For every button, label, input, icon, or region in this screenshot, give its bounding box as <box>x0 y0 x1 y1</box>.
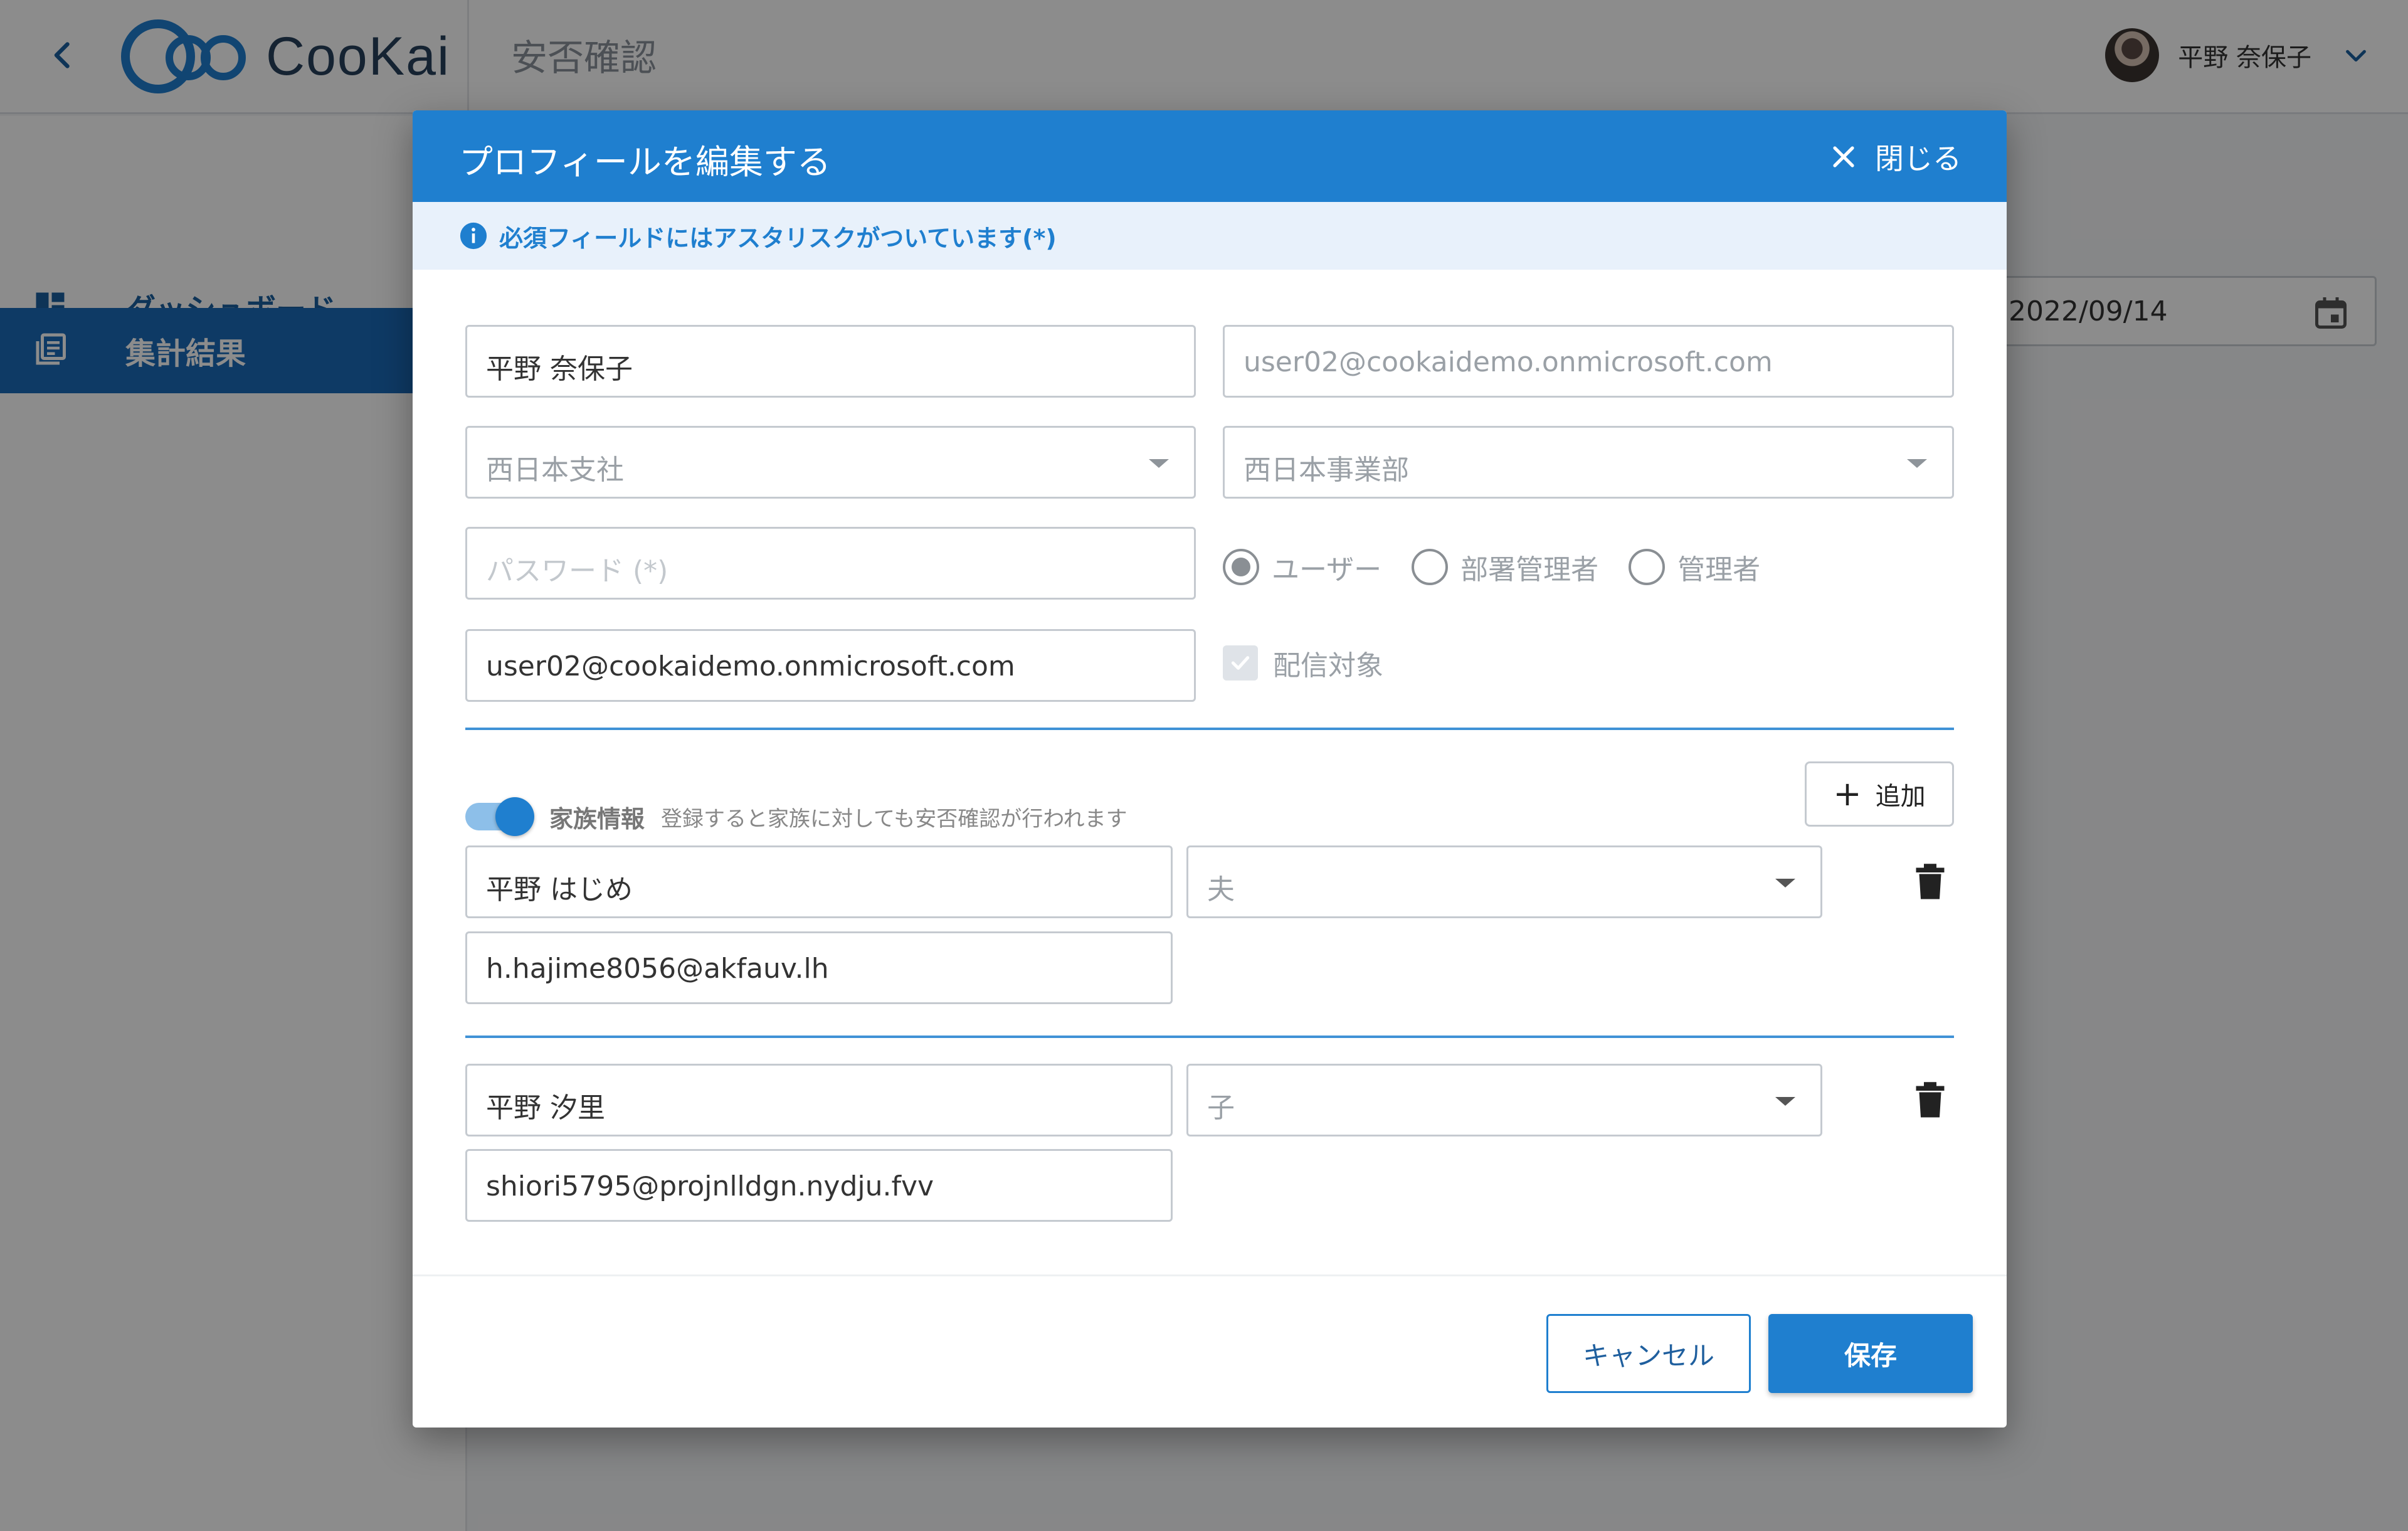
role-radio-dept-admin[interactable]: 部署管理者 <box>1412 547 1598 587</box>
family-name-value: 平野 はじめ <box>486 874 633 906</box>
info-icon <box>460 222 487 250</box>
delivery-label: 配信対象 <box>1273 650 1383 682</box>
dialog-header: プロフィールを編集する 閉じる <box>413 110 2007 202</box>
family-label: 家族情報 <box>549 805 645 833</box>
dropdown-arrow-icon <box>1907 459 1927 468</box>
close-button[interactable]: 閉じる <box>1829 133 1962 181</box>
dropdown-arrow-icon <box>1775 1097 1795 1106</box>
family-email-value: h.hajime8056@akfauv.lh <box>486 953 829 985</box>
family-relation-select[interactable]: 子 <box>1186 1064 1822 1136</box>
name-field[interactable]: 平野 奈保子 <box>465 325 1196 398</box>
password-field[interactable]: パスワード (*) <box>465 527 1196 600</box>
department-select[interactable]: 西日本事業部 <box>1223 426 1954 499</box>
department-value: 西日本事業部 <box>1244 454 1409 486</box>
password-placeholder: パスワード (*) <box>486 555 668 587</box>
radio-unselected-icon <box>1412 549 1449 585</box>
family-relation-value: 夫 <box>1207 874 1235 906</box>
radio-unselected-icon <box>1629 549 1666 585</box>
notify-email-value: user02@cookaidemo.onmicrosoft.com <box>486 650 1015 682</box>
family-relation-value: 子 <box>1207 1092 1235 1124</box>
add-family-button[interactable]: + 追加 <box>1805 761 1954 827</box>
radio-selected-icon <box>1223 549 1259 585</box>
plus-icon: + <box>1833 774 1862 813</box>
save-button[interactable]: 保存 <box>1768 1314 1973 1393</box>
name-value: 平野 奈保子 <box>486 353 633 385</box>
notify-email-field[interactable]: user02@cookaidemo.onmicrosoft.com <box>465 629 1196 702</box>
role-radio-admin[interactable]: 管理者 <box>1629 547 1760 587</box>
family-email-field[interactable]: h.hajime8056@akfauv.lh <box>465 931 1173 1004</box>
family-email-field[interactable]: shiori5795@projnlldgn.nydju.fvv <box>465 1149 1173 1222</box>
branch-value: 西日本支社 <box>486 454 624 486</box>
dropdown-arrow-icon <box>1775 879 1795 887</box>
trash-icon[interactable] <box>1914 863 1946 901</box>
branch-select[interactable]: 西日本支社 <box>465 426 1196 499</box>
family-relation-select[interactable]: 夫 <box>1186 845 1822 918</box>
footer-divider <box>413 1274 2007 1276</box>
role-radio-group: ユーザー 部署管理者 管理者 <box>1223 542 1790 592</box>
notice-text: 必須フィールドにはアスタリスクがついています(*) <box>499 224 1057 252</box>
role-label: 管理者 <box>1677 554 1761 586</box>
email-readonly-field: user02@cookaidemo.onmicrosoft.com <box>1223 325 1954 398</box>
family-name-value: 平野 汐里 <box>486 1092 605 1124</box>
required-notice: 必須フィールドにはアスタリスクがついています(*) <box>413 202 2007 270</box>
trash-icon[interactable] <box>1914 1081 1946 1119</box>
checkbox-checked-icon <box>1223 645 1258 681</box>
role-label: ユーザー <box>1272 554 1382 586</box>
family-section-header: 家族情報 登録すると家族に対しても安否確認が行われます <box>465 792 1127 842</box>
family-hint: 登録すると家族に対しても安否確認が行われます <box>661 806 1127 832</box>
family-email-value: shiori5795@projnlldgn.nydju.fvv <box>486 1170 934 1202</box>
section-divider <box>465 1036 1954 1038</box>
edit-profile-dialog: プロフィールを編集する 閉じる 必須フィールドにはアスタリスクがついています(*… <box>413 110 2007 1428</box>
email-readonly-value: user02@cookaidemo.onmicrosoft.com <box>1244 346 1773 378</box>
role-radio-user[interactable]: ユーザー <box>1223 547 1381 587</box>
family-toggle[interactable] <box>465 797 534 836</box>
add-label: 追加 <box>1875 782 1926 811</box>
family-name-field[interactable]: 平野 汐里 <box>465 1064 1173 1136</box>
close-icon <box>1833 146 1854 167</box>
close-label: 閉じる <box>1875 142 1962 176</box>
delivery-checkbox[interactable]: 配信対象 <box>1223 641 1383 685</box>
family-name-field[interactable]: 平野 はじめ <box>465 845 1173 918</box>
dialog-title: プロフィールを編集する <box>459 142 831 182</box>
cancel-button[interactable]: キャンセル <box>1546 1314 1751 1393</box>
dropdown-arrow-icon <box>1149 459 1169 468</box>
role-label: 部署管理者 <box>1460 554 1599 586</box>
section-divider <box>465 728 1954 730</box>
